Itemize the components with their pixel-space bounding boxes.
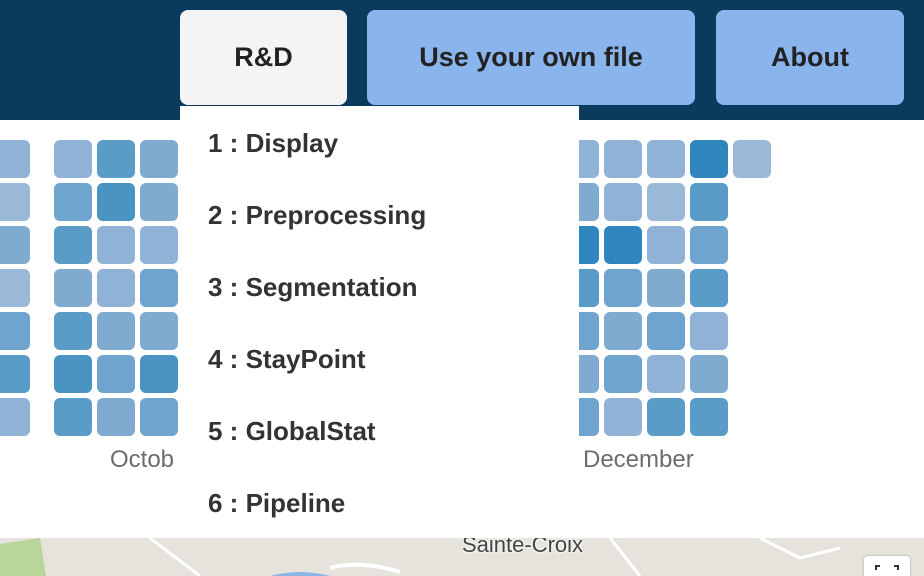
day-cell[interactable] xyxy=(0,140,30,178)
day-cell[interactable] xyxy=(604,312,642,350)
day-cell[interactable] xyxy=(690,269,728,307)
use-own-file-button[interactable]: Use your own file xyxy=(367,10,695,105)
rd-dropdown-menu: 1 : Display 2 : Preprocessing 3 : Segmen… xyxy=(180,106,579,538)
day-cell[interactable] xyxy=(54,269,92,307)
day-cell[interactable] xyxy=(604,140,642,178)
month-label-october: Octob xyxy=(110,446,175,473)
day-cell[interactable] xyxy=(140,140,178,178)
day-cell[interactable] xyxy=(54,226,92,264)
fullscreen-button[interactable] xyxy=(864,556,910,576)
day-cell[interactable] xyxy=(690,312,728,350)
day-cell[interactable] xyxy=(54,140,92,178)
day-cell[interactable] xyxy=(604,398,642,436)
day-cell[interactable] xyxy=(647,226,685,264)
day-cell[interactable] xyxy=(97,398,135,436)
top-navigation-bar: R&D Use your own file About xyxy=(0,0,924,120)
menu-item-globalstat[interactable]: 5 : GlobalStat xyxy=(208,416,376,447)
day-cell[interactable] xyxy=(690,183,728,221)
day-cell[interactable] xyxy=(690,398,728,436)
menu-item-staypoint[interactable]: 4 : StayPoint xyxy=(208,344,365,375)
day-cell[interactable] xyxy=(647,312,685,350)
day-cell[interactable] xyxy=(647,140,685,178)
about-button[interactable]: About xyxy=(716,10,904,105)
day-cell[interactable] xyxy=(140,183,178,221)
day-cell[interactable] xyxy=(690,140,728,178)
day-cell[interactable] xyxy=(54,312,92,350)
day-cell[interactable] xyxy=(97,140,135,178)
day-cell[interactable] xyxy=(0,269,30,307)
menu-item-display[interactable]: 1 : Display xyxy=(208,128,338,159)
day-cell[interactable] xyxy=(0,355,30,393)
day-cell[interactable] xyxy=(604,355,642,393)
day-cell[interactable] xyxy=(97,183,135,221)
day-cell[interactable] xyxy=(54,398,92,436)
fullscreen-icon xyxy=(875,565,899,570)
day-cell[interactable] xyxy=(54,183,92,221)
month-label-december: December xyxy=(583,446,694,473)
day-cell[interactable] xyxy=(604,183,642,221)
day-cell[interactable] xyxy=(97,269,135,307)
menu-item-segmentation[interactable]: 3 : Segmentation xyxy=(208,272,417,303)
day-cell[interactable] xyxy=(0,226,30,264)
day-cell[interactable] xyxy=(647,398,685,436)
rd-menu-button[interactable]: R&D xyxy=(180,10,347,105)
menu-item-preprocessing[interactable]: 2 : Preprocessing xyxy=(208,200,426,231)
day-cell[interactable] xyxy=(690,355,728,393)
day-cell[interactable] xyxy=(140,269,178,307)
day-cell[interactable] xyxy=(0,398,30,436)
day-cell[interactable] xyxy=(0,312,30,350)
day-cell[interactable] xyxy=(97,355,135,393)
day-cell[interactable] xyxy=(733,140,771,178)
map-area[interactable]: Sainte-Croix xyxy=(0,538,924,576)
day-cell[interactable] xyxy=(647,183,685,221)
day-cell[interactable] xyxy=(54,355,92,393)
day-cell[interactable] xyxy=(140,226,178,264)
day-cell[interactable] xyxy=(647,269,685,307)
day-cell[interactable] xyxy=(140,355,178,393)
day-cell[interactable] xyxy=(604,269,642,307)
day-cell[interactable] xyxy=(140,312,178,350)
day-cell[interactable] xyxy=(0,183,30,221)
day-cell[interactable] xyxy=(97,312,135,350)
menu-item-pipeline[interactable]: 6 : Pipeline xyxy=(208,488,345,519)
day-cell[interactable] xyxy=(604,226,642,264)
day-cell[interactable] xyxy=(140,398,178,436)
map-place-label: Sainte-Croix xyxy=(462,538,584,557)
day-cell[interactable] xyxy=(647,355,685,393)
day-cell[interactable] xyxy=(97,226,135,264)
day-cell[interactable] xyxy=(690,226,728,264)
